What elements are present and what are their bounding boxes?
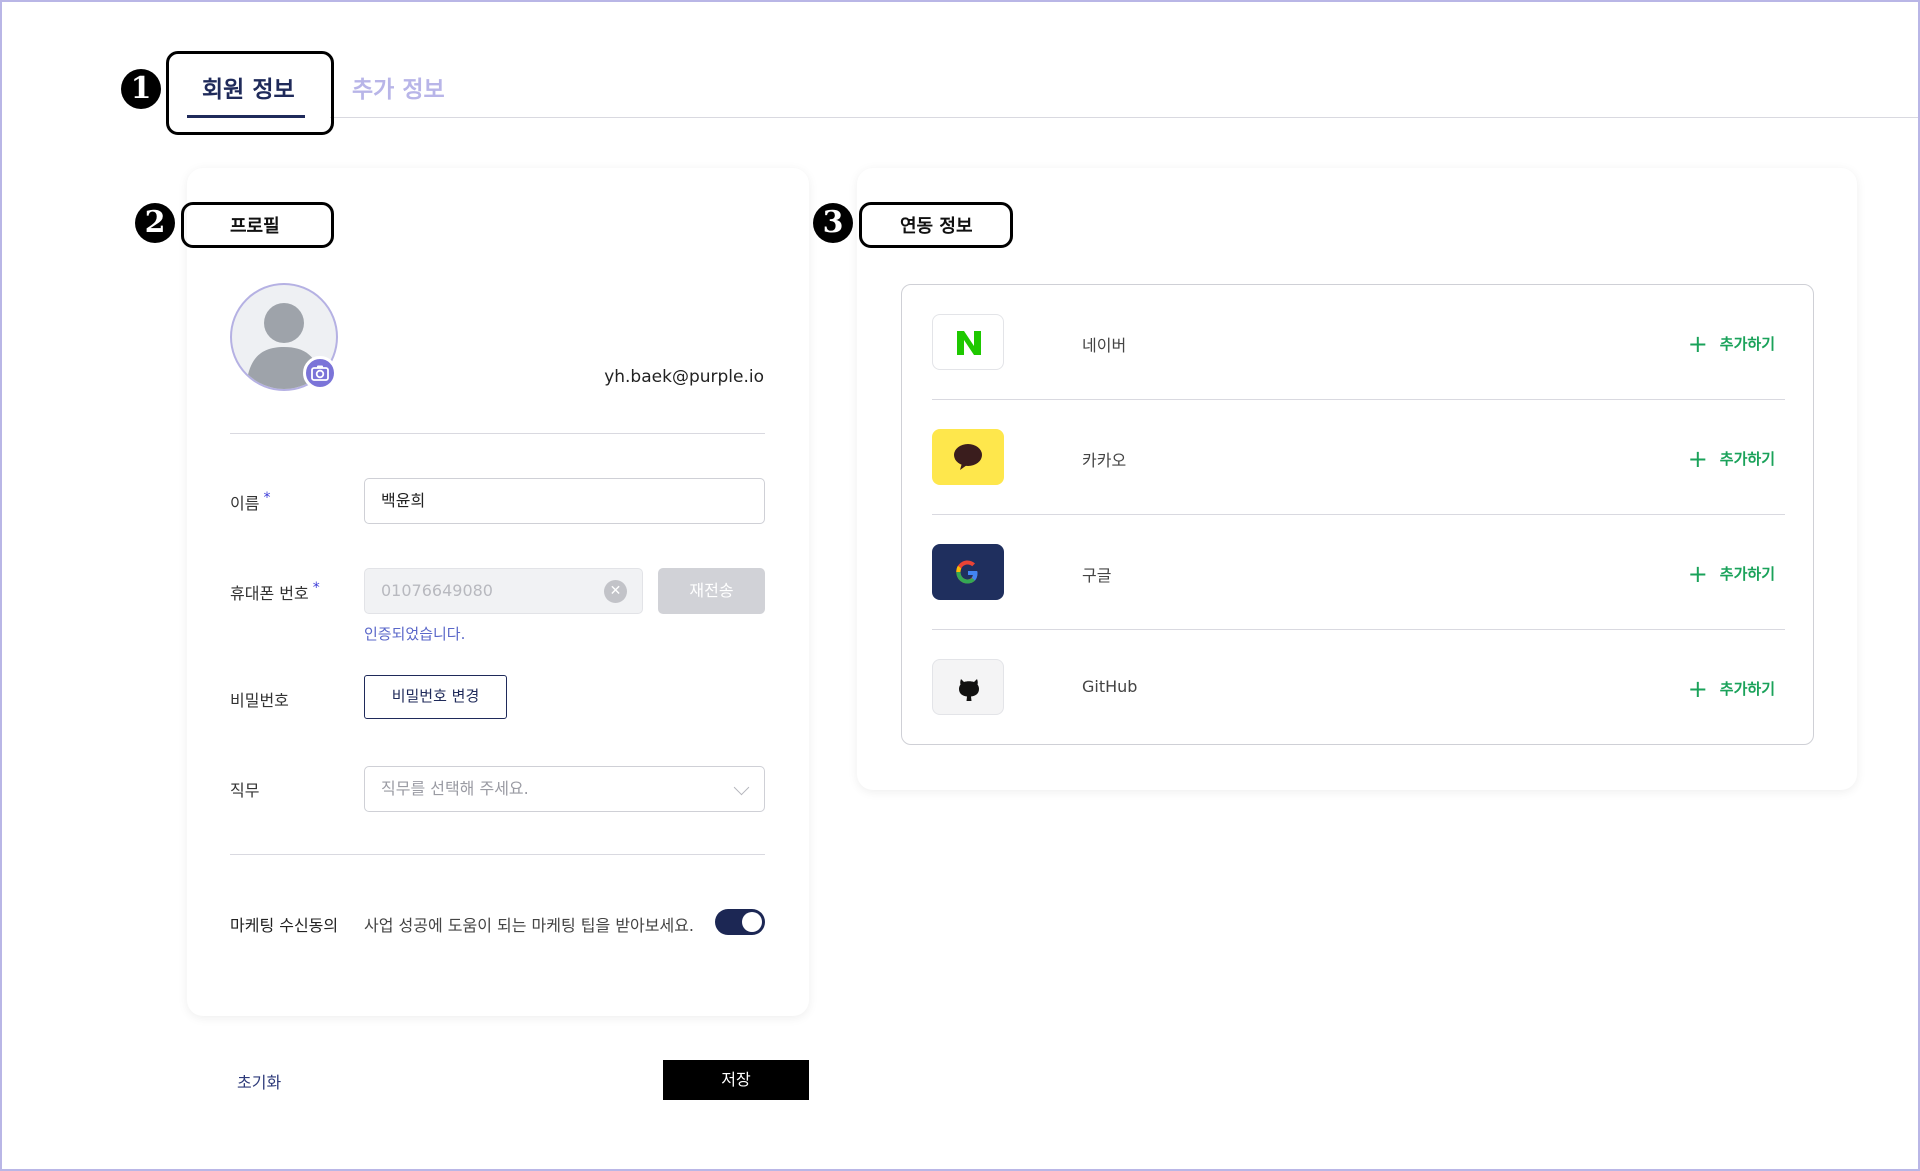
save-button[interactable]: 저장 — [663, 1060, 809, 1100]
kakao-icon — [932, 429, 1004, 485]
profile-section-title: 프로필 — [230, 216, 280, 237]
google-icon — [932, 544, 1004, 600]
github-icon — [932, 659, 1004, 715]
account-name: 구글 — [1082, 566, 1112, 585]
add-label: 추가하기 — [1719, 450, 1775, 468]
user-email: yh.baek@purple.io — [604, 367, 764, 387]
change-password-button[interactable]: 비밀번호 변경 — [364, 675, 507, 719]
plus-icon: + — [1687, 675, 1708, 703]
add-label: 추가하기 — [1719, 680, 1775, 698]
tab-extra-info[interactable]: 추가 정보 — [352, 70, 445, 104]
add-github-button[interactable]: + 추가하기 — [1688, 675, 1775, 703]
annotation-box-1 — [166, 51, 334, 135]
annotation-number-1: 1 — [121, 69, 161, 109]
add-google-button[interactable]: + 추가하기 — [1688, 560, 1775, 588]
tab-divider — [330, 117, 1918, 118]
linked-section-title: 연동 정보 — [900, 216, 973, 237]
annotation-number-3: 3 — [813, 203, 853, 243]
verified-message: 인증되었습니다. — [364, 625, 466, 643]
naver-icon — [932, 314, 1004, 370]
marketing-description: 사업 성공에 도움이 되는 마케팅 팁을 받아보세요. — [364, 916, 695, 935]
toggle-knob — [742, 912, 762, 932]
job-select[interactable]: 직무를 선택해 주세요. — [364, 766, 765, 812]
phone-label: 휴대폰 번호 * — [230, 580, 320, 604]
divider — [230, 854, 765, 855]
list-item: 네이버 + 추가하기 — [932, 285, 1785, 400]
plus-icon: + — [1687, 560, 1708, 588]
required-mark: * — [263, 490, 271, 506]
phone-label-text: 휴대폰 번호 — [230, 584, 309, 603]
camera-icon[interactable] — [303, 356, 337, 390]
annotation-number-2: 2 — [135, 203, 175, 243]
job-label: 직무 — [230, 781, 260, 800]
password-label: 비밀번호 — [230, 691, 289, 710]
add-naver-button[interactable]: + 추가하기 — [1688, 330, 1775, 358]
marketing-toggle[interactable] — [715, 909, 765, 935]
name-label: 이름 * — [230, 490, 270, 514]
account-name: 네이버 — [1082, 336, 1127, 355]
clear-icon[interactable]: ✕ — [604, 580, 627, 603]
list-item: 구글 + 추가하기 — [932, 515, 1785, 630]
add-label: 추가하기 — [1719, 335, 1775, 353]
resend-button[interactable]: 재전송 — [658, 568, 765, 614]
add-kakao-button[interactable]: + 추가하기 — [1688, 445, 1775, 473]
account-name: 카카오 — [1082, 451, 1127, 470]
list-item: 카카오 + 추가하기 — [932, 400, 1785, 515]
divider — [230, 433, 765, 434]
required-mark: * — [312, 580, 320, 596]
add-label: 추가하기 — [1719, 565, 1775, 583]
plus-icon: + — [1687, 330, 1708, 358]
reset-button[interactable]: 초기화 — [237, 1069, 281, 1093]
list-item: GitHub + 추가하기 — [932, 630, 1785, 745]
linked-accounts-list: 네이버 + 추가하기 카카오 + 추가하기 구글 + 추가하기 GitHub +… — [901, 284, 1814, 745]
account-name: GitHub — [1082, 677, 1138, 696]
phone-input[interactable]: 01076649080 — [364, 568, 643, 614]
name-input[interactable]: 백윤희 — [364, 478, 765, 524]
plus-icon: + — [1687, 445, 1708, 473]
marketing-label: 마케팅 수신동의 — [230, 916, 339, 935]
name-label-text: 이름 — [230, 494, 260, 513]
